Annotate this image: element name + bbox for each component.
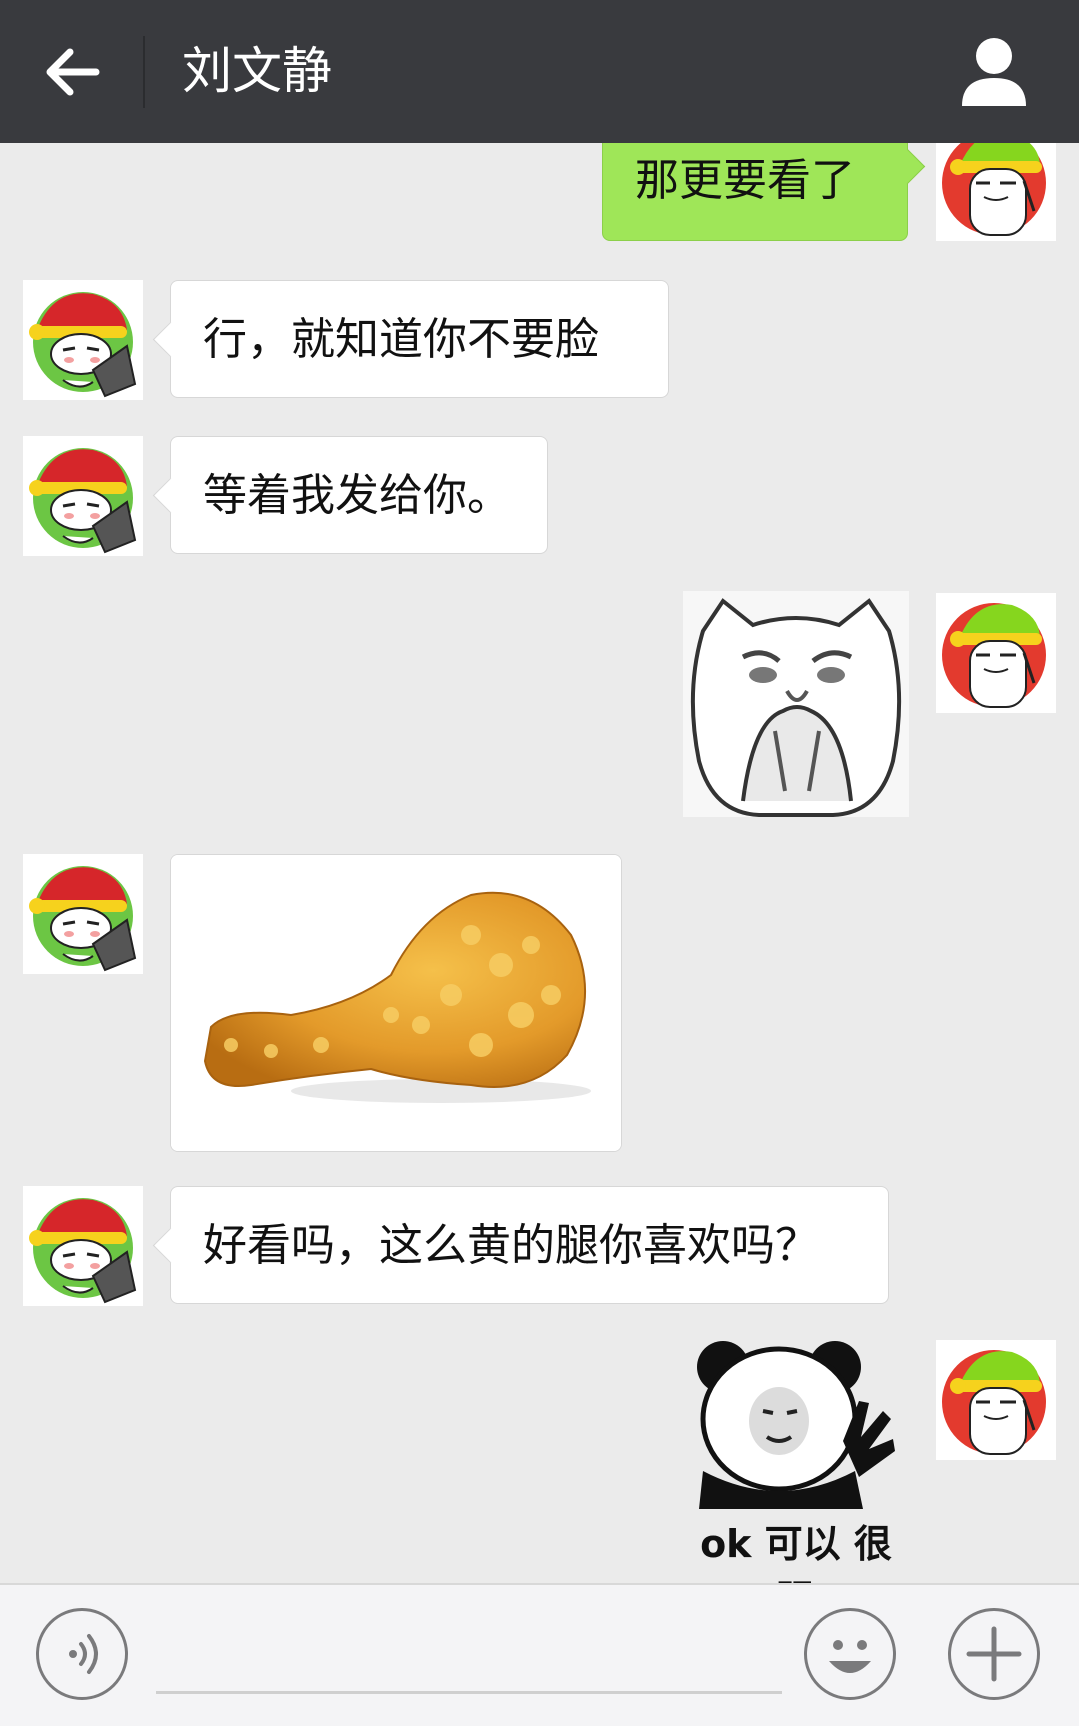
message-text: 好看吗，这么黄的腿你喜欢吗？ — [203, 1220, 819, 1271]
message-text: 行，就知道你不要脸 — [203, 314, 599, 365]
incoming-message-bubble[interactable]: 好看吗，这么黄的腿你喜欢吗？ — [170, 1186, 889, 1304]
top-bar: 刘文静 — [0, 0, 1079, 143]
message-text: 等着我发给你。 — [203, 470, 511, 521]
profile-button[interactable] — [956, 34, 1032, 110]
contact-avatar[interactable] — [23, 436, 143, 556]
contact-avatar[interactable] — [23, 280, 143, 400]
input-bar — [0, 1583, 1079, 1726]
message-text: 那更要看了 — [635, 155, 855, 206]
message-input[interactable] — [156, 1609, 782, 1694]
plus-icon — [966, 1626, 1022, 1682]
emoji-button[interactable] — [804, 1608, 896, 1700]
chat-area[interactable]: 那更要看了 行，就知道你不要脸 等着我发给你。 好看吗，这么黄的腿你喜欢吗？ o… — [0, 143, 1079, 1583]
voice-button[interactable] — [36, 1608, 128, 1700]
voice-icon — [69, 1634, 98, 1674]
emoji-icon — [829, 1640, 871, 1673]
crying-cat-face-sticker[interactable] — [683, 591, 909, 817]
arrow-left-icon — [46, 48, 100, 96]
chat-title: 刘文静 — [182, 42, 332, 100]
fried-chicken-leg-image[interactable] — [170, 854, 622, 1152]
contact-avatar[interactable] — [23, 854, 143, 974]
outgoing-message-bubble[interactable]: 那更要看了 — [602, 143, 908, 241]
contact-avatar[interactable] — [23, 1186, 143, 1306]
person-icon — [962, 38, 1026, 106]
back-button[interactable] — [30, 30, 114, 114]
self-avatar[interactable] — [936, 1340, 1056, 1460]
header-divider — [143, 36, 145, 108]
self-avatar[interactable] — [936, 143, 1056, 241]
sticker-caption: ok 可以 很强 — [700, 1522, 892, 1583]
self-avatar[interactable] — [936, 593, 1056, 713]
plus-button[interactable] — [948, 1608, 1040, 1700]
panda-meme-sticker[interactable]: ok 可以 很强 — [683, 1341, 909, 1583]
incoming-message-bubble[interactable]: 行，就知道你不要脸 — [170, 280, 669, 398]
incoming-message-bubble[interactable]: 等着我发给你。 — [170, 436, 548, 554]
